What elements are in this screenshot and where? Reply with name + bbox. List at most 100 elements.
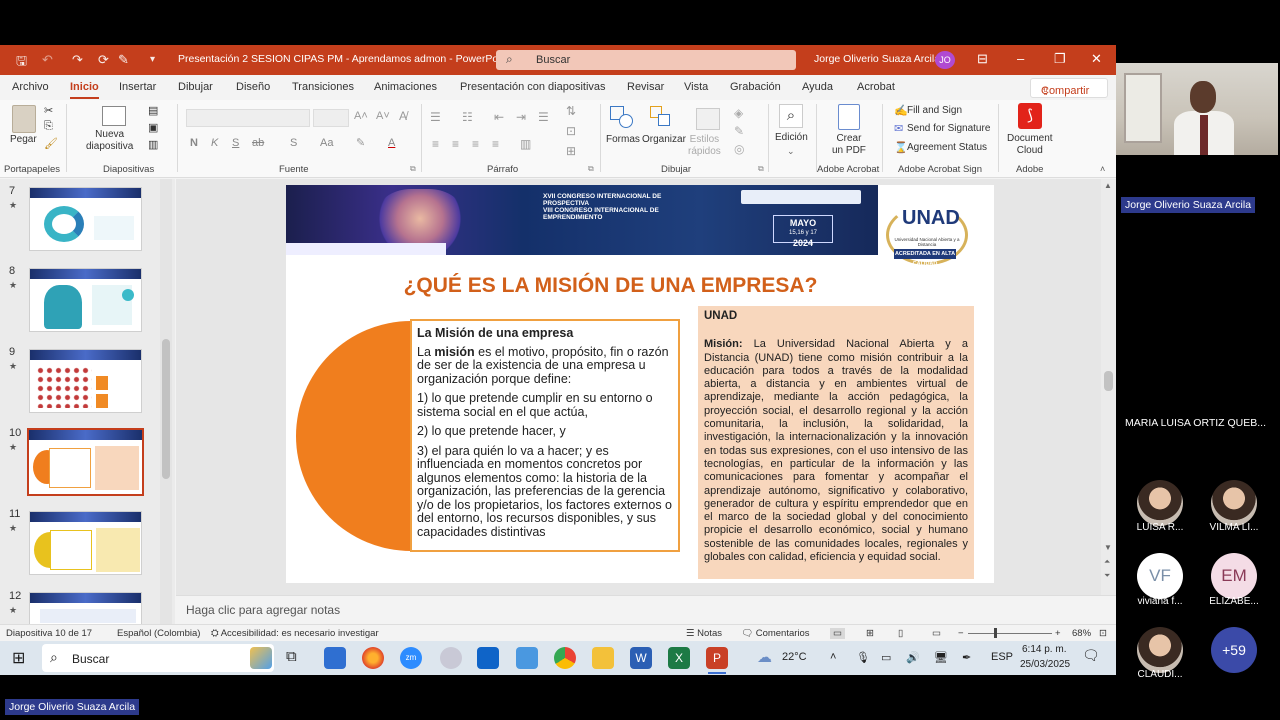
settings-app-icon[interactable]	[440, 647, 462, 669]
next-slide-icon[interactable]: ⏷	[1104, 571, 1110, 581]
tab-inicio[interactable]: Inicio	[70, 81, 99, 99]
participant-avatar[interactable]: EM	[1211, 553, 1257, 599]
tab-ayuda[interactable]: Ayuda	[802, 81, 833, 93]
zoom-out-icon[interactable]: −	[958, 628, 964, 639]
clear-format-icon[interactable]: A̸	[399, 109, 407, 123]
ribbon-display-icon[interactable]: ⊟	[977, 51, 988, 67]
windows-start-icon[interactable]: ⊞	[12, 648, 25, 668]
participant-avatar[interactable]: VF	[1137, 553, 1183, 599]
font-name-combo[interactable]	[186, 109, 310, 127]
current-slide[interactable]: XVII CONGRESO INTERNACIONAL DE PROSPECTI…	[286, 185, 994, 583]
search-box[interactable]: ⌕ Buscar	[496, 50, 796, 70]
document-cloud-label[interactable]: Document Cloud	[1007, 133, 1053, 157]
font-launcher-icon[interactable]: ⧉	[410, 164, 416, 174]
close-icon[interactable]: ✕	[1091, 51, 1102, 67]
fill-sign-icon[interactable]: ✍	[894, 104, 908, 117]
slide-scroll-thumb[interactable]	[1104, 371, 1113, 391]
accessibility-status[interactable]: ⛭ Accesibilidad: es necesario investigar	[211, 628, 379, 639]
notes-placeholder[interactable]: Haga clic para agregar notas	[186, 603, 340, 617]
collapse-ribbon-icon[interactable]: ˄	[1100, 164, 1105, 174]
weather-icon[interactable]: ☁	[757, 648, 772, 666]
smartart-icon[interactable]: ⊞	[566, 144, 576, 158]
network-icon[interactable]: 🖥	[934, 651, 948, 664]
save-icon[interactable]: 🖫	[16, 52, 27, 74]
outlook-icon[interactable]	[477, 647, 499, 669]
previous-slide-icon[interactable]: ⏶	[1104, 557, 1110, 567]
customize-icon[interactable]: ✎	[118, 52, 129, 68]
notes-button[interactable]: ☰ Notas	[686, 628, 722, 639]
slide-title[interactable]: ¿QUÉ ES LA MISIÓN DE UNA EMPRESA?	[286, 274, 935, 298]
excel-icon[interactable]: X	[668, 647, 690, 669]
paste-label[interactable]: Pegar	[10, 134, 37, 145]
shadow-icon[interactable]: S	[290, 137, 297, 149]
more-participants-button[interactable]: +59	[1211, 627, 1257, 673]
change-case-icon[interactable]: Aa	[320, 137, 333, 149]
zoom-in-icon[interactable]: +	[1055, 628, 1061, 639]
paragraph-launcher-icon[interactable]: ⧉	[588, 164, 594, 174]
pen-icon[interactable]: ✒	[962, 651, 971, 664]
new-slide-icon[interactable]	[102, 106, 126, 126]
columns-icon[interactable]: ▥	[520, 137, 531, 151]
font-size-combo[interactable]	[313, 109, 349, 127]
undo-icon[interactable]: ↶	[42, 52, 53, 68]
copy-icon[interactable]: ⎘	[44, 120, 53, 133]
paste-icon[interactable]	[12, 105, 36, 133]
scroll-down-icon[interactable]: ▼	[1104, 543, 1112, 552]
restore-icon[interactable]: ❐	[1054, 51, 1066, 67]
decrease-indent-icon[interactable]: ⇤	[494, 110, 504, 124]
zoom-app-icon[interactable]: zm	[400, 647, 422, 669]
calendar-app-icon[interactable]	[324, 647, 346, 669]
tray-overflow-icon[interactable]: ˄	[830, 651, 836, 663]
thumbnail-scrollbar[interactable]	[160, 179, 172, 625]
minimize-icon[interactable]: –	[1017, 51, 1024, 66]
slide-scrollbar[interactable]: ▲ ▼ ⏶ ⏷	[1101, 179, 1116, 595]
tab-vista[interactable]: Vista	[684, 81, 708, 93]
editing-dropdown-icon[interactable]: ⌄	[787, 146, 795, 157]
send-signature-label[interactable]: Send for Signature	[907, 123, 990, 134]
volume-icon[interactable]: 🔊	[906, 651, 920, 664]
clock-date[interactable]: 25/03/2025	[1020, 659, 1070, 670]
zoom-slider[interactable]	[968, 633, 1052, 634]
tab-transiciones[interactable]: Transiciones	[292, 81, 354, 93]
slide-thumbnail-10[interactable]	[27, 428, 144, 496]
files-app-icon[interactable]	[516, 647, 538, 669]
chrome-icon[interactable]	[554, 647, 576, 669]
zoom-level[interactable]: 68%	[1072, 628, 1091, 639]
tab-revisar[interactable]: Revisar	[627, 81, 664, 93]
layout-icon[interactable]: ▤	[148, 104, 158, 117]
format-painter-icon[interactable]: 🖌	[44, 137, 58, 150]
cut-icon[interactable]: ✂	[44, 104, 53, 117]
shape-fill-icon[interactable]: ◈	[734, 106, 743, 120]
create-pdf-icon[interactable]	[838, 104, 860, 130]
create-pdf-label[interactable]: Crear un PDF	[832, 133, 866, 157]
tab-insertar[interactable]: Insertar	[119, 81, 156, 93]
bold-icon[interactable]: N	[190, 137, 198, 149]
search-highlight-icon[interactable]	[250, 647, 272, 669]
task-view-icon[interactable]: ⧉	[286, 648, 297, 665]
tab-dibujar[interactable]: Dibujar	[178, 81, 213, 93]
redo-icon[interactable]: ↷	[72, 52, 83, 68]
notes-pane[interactable]: Haga clic para agregar notas	[176, 595, 1116, 623]
align-center-icon[interactable]: ≡	[452, 137, 459, 151]
tab-grabacion[interactable]: Grabación	[730, 81, 781, 93]
find-icon[interactable]: ⌕	[779, 104, 803, 128]
quick-styles-label[interactable]: Estilos rápidos	[688, 134, 721, 158]
repeat-icon[interactable]: ⟳	[98, 52, 109, 68]
reset-icon[interactable]: ▣	[148, 121, 158, 134]
share-button[interactable]: ⇪ Compartir	[1030, 78, 1108, 98]
align-left-icon[interactable]: ≡	[432, 137, 439, 151]
speaker-name[interactable]: MARIA LUISA ORTIZ QUEB...	[1125, 417, 1266, 429]
justify-icon[interactable]: ≡	[492, 137, 499, 151]
document-cloud-icon[interactable]: ⟆	[1018, 103, 1042, 129]
taskbar-search[interactable]: ⌕ Buscar	[42, 644, 274, 672]
arrange-icon[interactable]	[650, 106, 674, 128]
align-right-icon[interactable]: ≡	[472, 137, 479, 151]
slideshow-view-icon[interactable]: ▭	[932, 628, 941, 639]
comments-button[interactable]: 🗨 Comentarios	[741, 628, 810, 639]
input-language[interactable]: ESP	[991, 651, 1013, 663]
powerpoint-icon[interactable]: P	[706, 647, 728, 669]
participant-avatar[interactable]	[1137, 627, 1183, 673]
shapes-label[interactable]: Formas	[606, 134, 640, 145]
drawing-launcher-icon[interactable]: ⧉	[758, 164, 764, 174]
tab-presentacion[interactable]: Presentación con diapositivas	[460, 81, 606, 93]
